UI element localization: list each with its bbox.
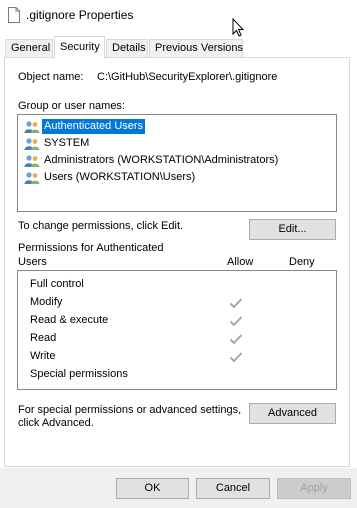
title-bar: .gitignore Properties <box>0 0 357 37</box>
deny-column-header: Deny <box>289 256 315 268</box>
tab-strip: General Security Details Previous Versio… <box>0 36 357 59</box>
cancel-button[interactable]: Cancel <box>196 478 270 499</box>
advanced-hint: For special permissions or advanced sett… <box>18 404 242 416</box>
ok-button[interactable]: OK <box>116 478 189 499</box>
tab-general[interactable]: General <box>5 39 53 58</box>
tab-previous-versions[interactable]: Previous Versions <box>149 39 243 58</box>
tab-label: Security <box>60 41 100 53</box>
window-title: .gitignore Properties <box>26 8 134 22</box>
advanced-button[interactable]: Advanced <box>249 403 336 424</box>
list-item-label: Authenticated Users <box>40 118 147 135</box>
mouse-pointer-icon <box>232 18 244 37</box>
users-icon <box>24 138 40 150</box>
checkmark-icon <box>229 316 243 327</box>
list-item[interactable]: Administrators (WORKSTATION\Administrato… <box>23 153 335 169</box>
group-user-list[interactable]: Authenticated Users SYSTEM Administrator… <box>17 114 337 212</box>
tab-label: Previous Versions <box>155 42 244 54</box>
change-permissions-hint: To change permissions, click Edit. <box>18 220 184 232</box>
permission-read: Read <box>30 332 57 344</box>
allow-column-header: Allow <box>227 256 254 268</box>
document-icon <box>8 7 20 23</box>
list-item-label: Administrators (WORKSTATION\Administrato… <box>44 154 279 166</box>
list-item[interactable]: Authenticated Users <box>23 118 335 135</box>
permission-modify: Modify <box>30 296 63 308</box>
apply-button[interactable]: Apply <box>277 478 351 499</box>
group-names-label: Group or user names: <box>18 100 125 112</box>
tab-details[interactable]: Details <box>106 39 148 58</box>
users-icon <box>24 121 40 133</box>
tab-security[interactable]: Security <box>54 36 105 59</box>
users-icon <box>24 155 40 167</box>
permissions-header-user: Users <box>18 256 47 268</box>
advanced-hint-line2: click Advanced. <box>18 417 94 429</box>
tab-label: Details <box>112 42 146 54</box>
list-item[interactable]: SYSTEM <box>23 136 335 152</box>
tab-label: General <box>11 42 51 54</box>
list-item[interactable]: Users (WORKSTATION\Users) <box>23 170 335 186</box>
checkmark-icon <box>229 298 243 309</box>
list-item-label: Users (WORKSTATION\Users) <box>44 171 196 183</box>
permission-write: Write <box>30 350 56 362</box>
object-name-value: C:\GitHub\SecurityExplorer\.gitignore <box>97 71 278 83</box>
checkmark-icon <box>229 352 243 363</box>
edit-button[interactable]: Edit... <box>249 219 336 240</box>
permission-read-execute: Read & execute <box>30 314 109 326</box>
object-name-label: Object name: <box>18 71 84 83</box>
checkmark-icon <box>229 334 243 345</box>
list-item-label: SYSTEM <box>44 137 90 149</box>
permission-full-control: Full control <box>30 278 84 290</box>
users-icon <box>24 172 40 184</box>
dialog-footer: OK Cancel Apply <box>0 468 357 508</box>
permissions-header: Permissions for Authenticated <box>18 242 164 254</box>
permission-special: Special permissions <box>30 368 128 380</box>
permissions-list: Full control Modify Read & execute Read … <box>17 270 337 390</box>
